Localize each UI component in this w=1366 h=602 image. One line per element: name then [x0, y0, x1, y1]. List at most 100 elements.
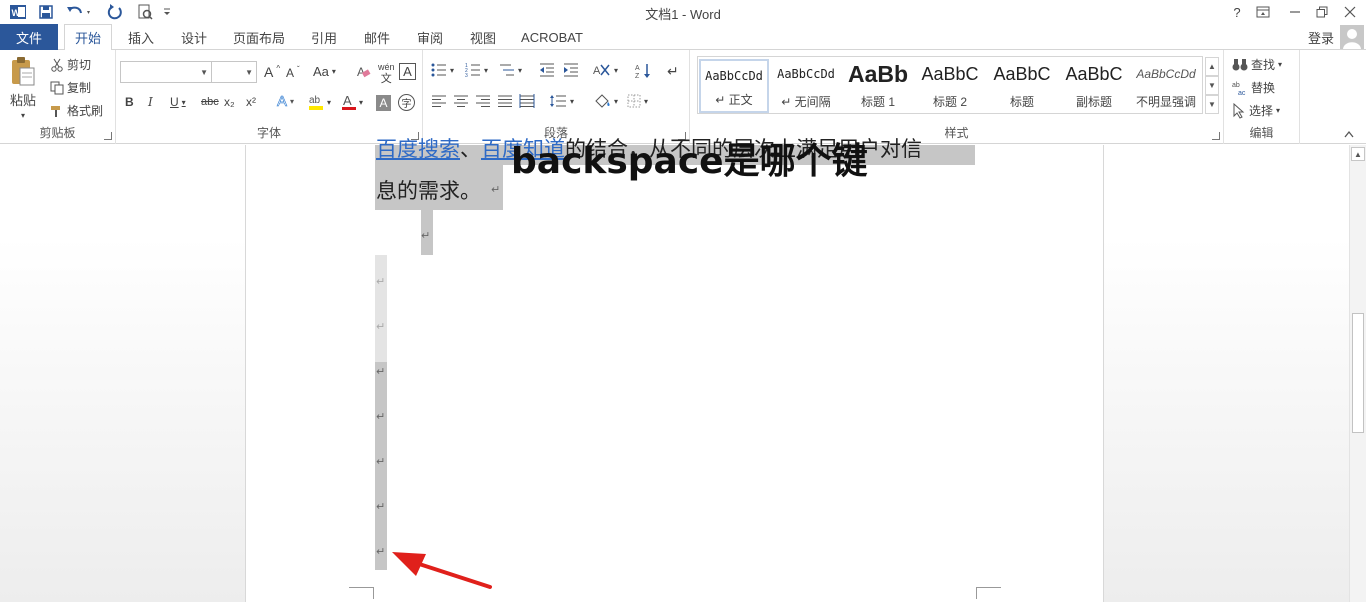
chevron-down-icon: ▾ [614, 96, 619, 106]
style-normal[interactable]: AaBbCcDd ↵ 正文 [699, 59, 769, 113]
format-painter-button[interactable]: 格式刷 [50, 102, 103, 119]
tab-acrobat[interactable]: ACROBAT [516, 24, 588, 50]
align-center-button[interactable] [453, 94, 469, 108]
restore-button[interactable] [1307, 0, 1337, 24]
link-baidu-search[interactable]: 百度搜索 [376, 137, 460, 161]
borders-button[interactable]: ▾ [627, 94, 648, 108]
find-label: 查找 [1251, 58, 1276, 72]
cursor-arrow-icon [1232, 102, 1246, 119]
svg-text:Z: Z [635, 73, 640, 79]
paste-button[interactable]: 粘贴 ▾ [8, 56, 38, 120]
font-name-combo[interactable]: ▼ [120, 61, 212, 83]
page-corner-mark [976, 587, 1001, 599]
character-shading-button[interactable]: A [376, 95, 391, 111]
multilevel-list-button[interactable]: ▾ [499, 63, 522, 77]
find-button[interactable]: 查找 ▾ [1232, 56, 1282, 73]
tab-view[interactable]: 视图 [462, 24, 504, 50]
tab-file[interactable]: 文件 [0, 24, 58, 50]
style-heading-2[interactable]: AaBbC 标题 2 [915, 59, 985, 113]
numbering-button[interactable]: 123 ▾ [465, 63, 488, 77]
style-sample: AaBbC [993, 64, 1051, 84]
chevron-down-icon: ▾ [518, 65, 523, 75]
highlighter-icon: ab [308, 93, 324, 111]
character-border-button[interactable]: A [399, 63, 416, 80]
copy-label: 复制 [67, 81, 92, 95]
shrink-font-button[interactable]: Aˇ [286, 65, 300, 81]
tab-page-layout[interactable]: 页面布局 [226, 24, 292, 50]
align-left-icon [431, 94, 447, 108]
replace-button[interactable]: ab ac 替换 [1232, 79, 1275, 96]
shading-button[interactable]: ▾ [593, 93, 618, 109]
gallery-more-icon[interactable]: ▼ [1205, 95, 1219, 114]
change-case-button[interactable]: Aa ▾ [313, 64, 336, 79]
italic-button[interactable]: I [148, 95, 153, 109]
increase-indent-button[interactable] [563, 63, 579, 77]
style-subtle-emphasis[interactable]: AaBbCcDd 不明显强调 [1131, 59, 1201, 113]
login-link[interactable]: 登录 [1308, 28, 1334, 47]
document-area: 百度搜索、百度知道的结合，从不同的层次上满足用户对信 息的需求。 ↵ ↵ ↵ ↵… [0, 137, 1349, 602]
style-subtitle[interactable]: AaBbC 副标题 [1059, 59, 1129, 113]
ribbon-tab-bar: 文件 开始 插入 设计 页面布局 引用 邮件 审阅 视图 ACROBAT 登录 [0, 24, 1366, 51]
select-button[interactable]: 选择 ▾ [1232, 102, 1280, 119]
line-spacing-button[interactable]: ▾ [549, 94, 574, 108]
strikethrough-button[interactable]: abc [201, 96, 219, 108]
minimize-button[interactable] [1280, 0, 1310, 24]
vertical-scrollbar[interactable]: ▲ [1349, 145, 1366, 602]
tab-review[interactable]: 审阅 [410, 24, 450, 50]
tab-mailings[interactable]: 邮件 [356, 24, 398, 50]
font-size-combo[interactable]: ▼ [211, 61, 257, 83]
sort-button[interactable]: AZ [635, 63, 651, 79]
style-name: 标题 [1009, 95, 1034, 109]
bullets-button[interactable]: ▾ [431, 63, 454, 77]
scissors-icon [50, 58, 64, 72]
style-sample: AaBbC [921, 64, 979, 84]
style-no-spacing[interactable]: AaBbCcDd ↵ 无间隔 [771, 59, 841, 113]
highlight-button[interactable]: ab ▾ [308, 93, 331, 111]
text-effects-button[interactable]: A ▾ [277, 93, 294, 111]
gallery-scroll-down-icon[interactable]: ▼ [1205, 76, 1219, 95]
gallery-scroll-up-icon[interactable]: ▲ [1205, 57, 1219, 76]
up-caret-icon: ^ [276, 63, 281, 73]
enclose-characters-button[interactable]: 字 [398, 94, 415, 111]
align-left-button[interactable] [431, 94, 447, 108]
superscript-button[interactable]: x² [246, 95, 256, 109]
style-name: ↵ 无间隔 [781, 95, 831, 109]
tab-references[interactable]: 引用 [304, 24, 344, 50]
show-hide-marks-button[interactable]: ↵ [667, 63, 679, 80]
font-color-button[interactable]: A ▾ [342, 93, 363, 111]
style-title[interactable]: AaBbC 标题 [987, 59, 1057, 113]
format-painter-label: 格式刷 [67, 104, 104, 118]
chevron-down-icon: ▾ [359, 97, 364, 107]
copy-button[interactable]: 复制 [50, 79, 91, 96]
document-page[interactable]: 百度搜索、百度知道的结合，从不同的层次上满足用户对信 息的需求。 ↵ ↵ ↵ ↵… [245, 137, 1104, 602]
decrease-indent-button[interactable] [539, 63, 555, 77]
tab-home[interactable]: 开始 [64, 24, 112, 51]
collapse-ribbon-icon[interactable] [1344, 130, 1354, 138]
decrease-indent-icon [539, 63, 555, 77]
clipboard-dialog-launcher[interactable] [104, 132, 112, 140]
tab-design[interactable]: 设计 [174, 24, 214, 50]
underline-button[interactable]: U ▾ [170, 95, 186, 109]
avatar[interactable] [1340, 25, 1364, 49]
clear-formatting-button[interactable]: A [356, 64, 372, 80]
chevron-down-icon: ▾ [1278, 60, 1283, 69]
ribbon: 粘贴 ▾ 剪切 复制 格式刷 剪贴板 ▼ ▼ A ^ A ˇ Aa ▾ A wé… [0, 50, 1366, 144]
shrink-font-label: A [286, 66, 295, 80]
justify-button[interactable] [497, 94, 513, 108]
scrollbar-thumb[interactable] [1352, 313, 1364, 433]
ribbon-display-options-icon[interactable] [1248, 0, 1278, 24]
align-right-button[interactable] [475, 94, 491, 108]
close-button[interactable] [1335, 0, 1365, 24]
scroll-up-icon[interactable]: ▲ [1351, 147, 1365, 161]
subscript-button[interactable]: x₂ [224, 95, 235, 109]
chinese-layout-button[interactable]: A ▾ [593, 63, 618, 77]
style-name: 不明显强调 [1135, 95, 1196, 109]
cut-button[interactable]: 剪切 [50, 56, 91, 73]
bold-button[interactable]: B [125, 95, 134, 109]
distributed-button[interactable] [519, 94, 535, 108]
phonetic-guide-button[interactable]: wén 文 [378, 62, 395, 86]
tab-insert[interactable]: 插入 [120, 24, 162, 50]
grow-font-button[interactable]: A ^ [264, 63, 281, 81]
style-heading-1[interactable]: AaBb 标题 1 [843, 59, 913, 113]
styles-dialog-launcher[interactable] [1212, 132, 1220, 140]
